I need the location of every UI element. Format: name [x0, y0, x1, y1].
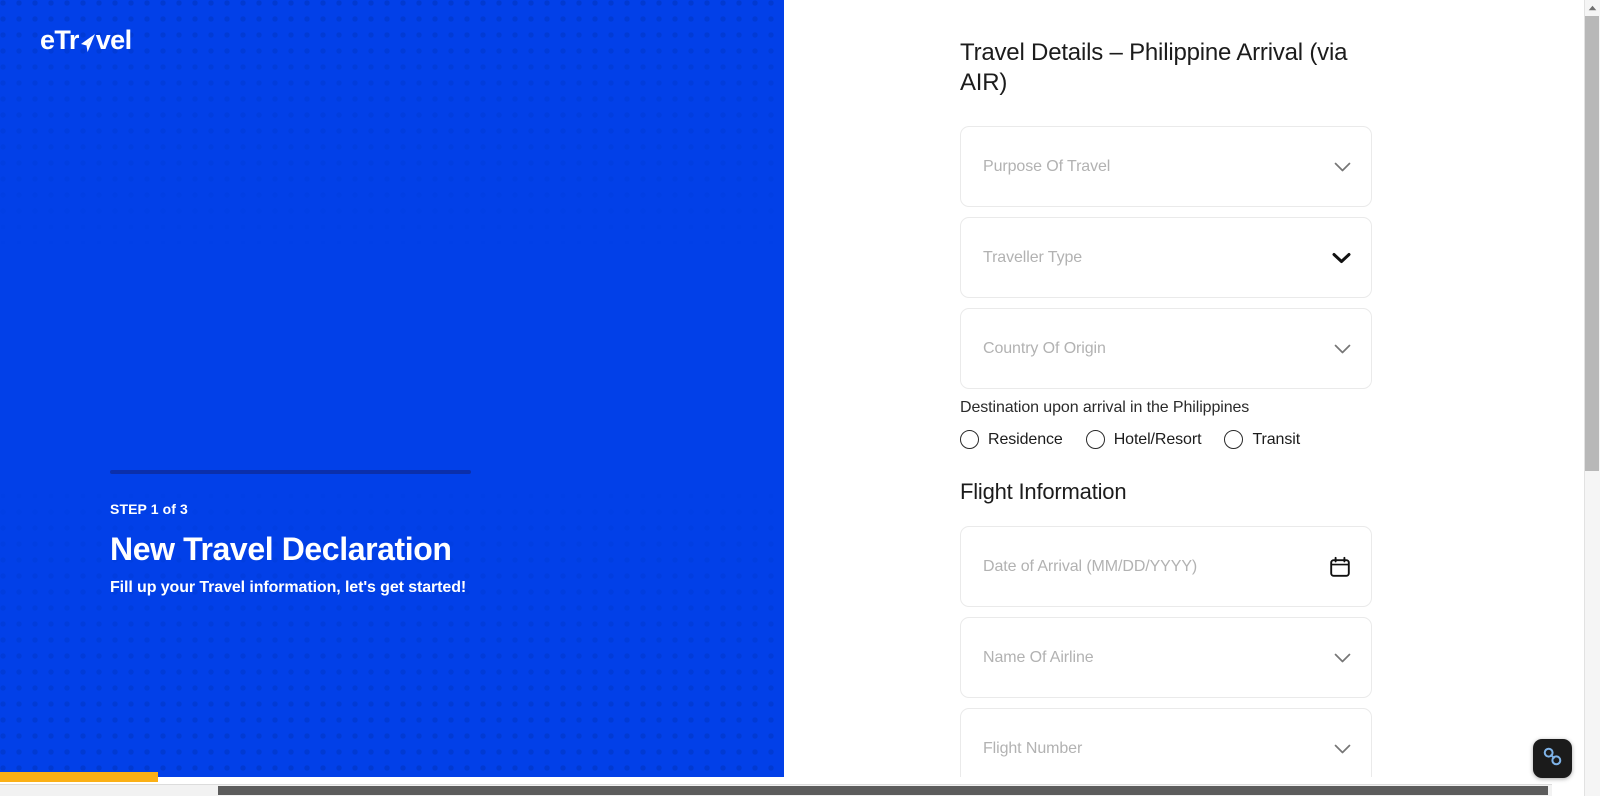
- field-date-of-arrival[interactable]: Date of Arrival (MM/DD/YYYY): [960, 526, 1372, 608]
- placeholder-flight-number: Flight Number: [983, 739, 1083, 757]
- chevron-down-icon[interactable]: [1332, 252, 1351, 264]
- step-progress-rule: [110, 470, 471, 474]
- radio-label: Hotel/Resort: [1113, 430, 1202, 448]
- destination-label: Destination upon arrival in the Philippi…: [960, 399, 1250, 417]
- radio-circle-icon[interactable]: [1085, 430, 1105, 450]
- chevron-down-icon[interactable]: [1334, 343, 1351, 354]
- hero-content: STEP 1 of 3 New Travel Declaration Fill …: [110, 470, 510, 597]
- step-indicator: STEP 1 of 3: [110, 501, 188, 517]
- logo-text-after: vel: [95, 25, 132, 55]
- field-name-of-airline[interactable]: Name Of Airline: [960, 617, 1372, 699]
- vertical-scrollbar-thumb[interactable]: [1585, 16, 1599, 471]
- placeholder-purpose-of-travel: Purpose Of Travel: [983, 157, 1111, 175]
- accessibility-widget-button[interactable]: [1533, 739, 1572, 778]
- chevron-down-icon[interactable]: [1334, 652, 1351, 663]
- calendar-icon[interactable]: [1329, 556, 1351, 578]
- flight-information-heading: Flight Information: [960, 479, 1127, 505]
- placeholder-country-of-origin: Country Of Origin: [983, 339, 1106, 357]
- field-purpose-of-travel[interactable]: Purpose Of Travel: [960, 126, 1372, 208]
- hero-subtitle: Fill up your Travel information, let's g…: [110, 578, 467, 596]
- placeholder-traveller-type: Traveller Type: [983, 248, 1083, 266]
- radio-circle-icon[interactable]: [960, 430, 979, 450]
- chevron-down-icon[interactable]: [1334, 743, 1351, 754]
- horizontal-scrollbar-thumb[interactable]: [218, 786, 1548, 795]
- radio-option-hotel-resort[interactable]: Hotel/Resort: [1085, 430, 1202, 450]
- field-flight-number[interactable]: Flight Number: [960, 708, 1372, 777]
- field-country-of-origin[interactable]: Country Of Origin: [960, 308, 1372, 390]
- etravel-logo[interactable]: eTr vel: [40, 25, 132, 55]
- logo-text-before: eTr: [40, 25, 79, 55]
- paper-plane-icon: [78, 32, 97, 54]
- radio-circle-icon[interactable]: [1224, 430, 1244, 450]
- radio-label: Transit: [1252, 430, 1301, 448]
- radio-option-transit[interactable]: Transit: [1224, 430, 1301, 450]
- scroll-up-arrow-icon[interactable]: [1584, 0, 1600, 16]
- form-title: Travel Details – Philippine Arrival (via…: [960, 39, 1348, 97]
- left-hero-panel: eTr vel STEP 1 of 3 New Travel Declarati…: [0, 0, 784, 777]
- radio-label: Residence: [988, 430, 1063, 448]
- placeholder-date-of-arrival: Date of Arrival (MM/DD/YYYY): [983, 557, 1198, 575]
- form-panel: Travel Details – Philippine Arrival (via…: [784, 0, 1552, 777]
- page-load-progress-bar: [0, 772, 158, 782]
- destination-radio-group: Residence Hotel/Resort Transit: [960, 430, 1372, 450]
- hero-title: New Travel Declaration: [110, 531, 452, 567]
- radio-option-residence[interactable]: Residence: [960, 430, 1063, 450]
- field-traveller-type[interactable]: Traveller Type: [960, 217, 1372, 299]
- link-chain-icon: [1541, 745, 1564, 773]
- page-root: eTr vel STEP 1 of 3 New Travel Declarati…: [0, 0, 1600, 796]
- form-container: Travel Details – Philippine Arrival (via…: [960, 38, 1372, 777]
- placeholder-name-of-airline: Name Of Airline: [983, 648, 1094, 666]
- chevron-down-icon[interactable]: [1334, 161, 1351, 172]
